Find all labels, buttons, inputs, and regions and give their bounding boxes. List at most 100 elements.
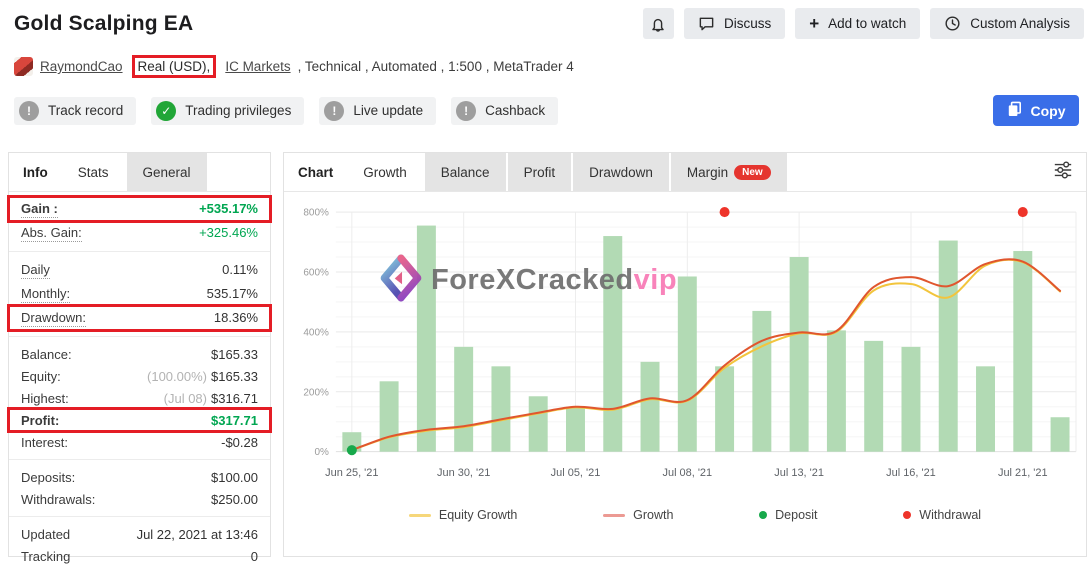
copy-icon: [1007, 101, 1022, 120]
stat-value: +535.17%: [199, 200, 258, 216]
legend-growth[interactable]: Growth: [603, 508, 673, 522]
growth-chart-svg[interactable]: 0% 200% 400% 600% 800% Jun 25, '21 Jun 30, '21…: [286, 198, 1084, 500]
stat-value: $317.71: [211, 412, 258, 428]
svg-text:400%: 400%: [303, 327, 329, 338]
account-type-highlighted: Real (USD),: [131, 55, 217, 78]
stat-row-interest: Interest: -$0.28: [9, 431, 270, 453]
tab-margin-label: Margin: [686, 164, 729, 180]
growth-line-swatch: [603, 513, 626, 517]
badge-label: Trading privileges: [185, 103, 292, 118]
tab-stats[interactable]: Stats: [61, 153, 125, 191]
divider: [9, 459, 270, 460]
header-actions: Discuss + Add to watch Custom Analysis: [642, 8, 1084, 39]
account-meta: RaymondCao Real (USD), IC Markets , Tech…: [14, 55, 1084, 78]
badge-cashback[interactable]: Cashback: [451, 96, 559, 125]
stat-value: 18.36%: [213, 309, 258, 325]
add-to-watch-button[interactable]: + Add to watch: [795, 8, 921, 39]
svg-text:Jul 08, '21: Jul 08, '21: [662, 467, 712, 479]
stat-row-monthly: Monthly: 535.17%: [9, 282, 270, 306]
legend-deposit[interactable]: Deposit: [759, 508, 818, 522]
discuss-button[interactable]: Discuss: [683, 8, 786, 39]
legend-equity-growth[interactable]: Equity Growth: [408, 508, 517, 522]
chart-legend: Equity Growth Growth Deposit Withdrawal: [286, 500, 1084, 522]
check-icon: [156, 100, 177, 121]
stat-label[interactable]: Daily: [21, 262, 50, 279]
stat-value: $250.00: [211, 491, 258, 507]
tab-general[interactable]: General: [126, 153, 207, 191]
custom-analysis-button[interactable]: Custom Analysis: [930, 8, 1084, 39]
tab-drawdown[interactable]: Drawdown: [573, 153, 669, 191]
stat-row-withdrawals: Withdrawals: $250.00: [9, 488, 270, 510]
stat-label: Tracking: [21, 548, 71, 564]
badge-label: Track record: [48, 103, 124, 118]
stat-label: Deposits:: [21, 469, 76, 485]
tab-margin[interactable]: Margin New: [670, 153, 787, 191]
legend-withdrawal[interactable]: Withdrawal: [903, 508, 981, 522]
svg-text:Jun 25, '21: Jun 25, '21: [325, 467, 378, 479]
discuss-label: Discuss: [723, 16, 772, 31]
svg-text:Jun 30, '21: Jun 30, '21: [437, 467, 490, 479]
chart-tabs: Chart Growth Balance Profit Drawdown Mar…: [284, 153, 1086, 192]
stat-label: Interest:: [21, 434, 68, 450]
stat-row-balance: Balance: $165.33: [9, 343, 270, 365]
stat-value: $165.33: [211, 346, 258, 362]
badge-live-update[interactable]: Live update: [319, 96, 437, 125]
stat-label: Highest:: [21, 390, 69, 406]
stat-label: Equity:: [21, 368, 61, 384]
author-link[interactable]: RaymondCao: [40, 59, 123, 74]
equity-growth-line-swatch: [408, 513, 431, 517]
stat-row-highest: Highest: (Jul 08) $316.71: [9, 387, 270, 409]
stat-row-equity: Equity: (100.00%) $165.33: [9, 365, 270, 387]
stat-label[interactable]: Drawdown:: [21, 310, 87, 327]
stat-row-drawdown: Drawdown: 18.36%: [7, 304, 272, 332]
stat-value: Jul 22, 2021 at 13:46: [136, 526, 258, 542]
tab-chart[interactable]: Chart: [284, 153, 347, 191]
stat-label[interactable]: Monthly:: [21, 286, 71, 303]
growth-chart: 0% 200% 400% 600% 800% Jun 25, '21 Jun 30, '21…: [284, 192, 1086, 522]
tab-profit[interactable]: Profit: [507, 153, 572, 191]
stat-value: 0: [250, 548, 258, 564]
broker-link[interactable]: IC Markets: [225, 59, 290, 74]
stat-value: 0.11%: [222, 261, 258, 277]
stat-value: (Jul 08) $316.71: [163, 390, 258, 406]
stat-value: 535.17%: [206, 285, 258, 301]
stat-label[interactable]: Gain :: [21, 201, 58, 218]
page-header: Gold Scalping EA Discuss + Add to watch: [0, 0, 1092, 126]
legend-label: Withdrawal: [919, 508, 982, 522]
notifications-button[interactable]: [642, 8, 674, 39]
add-to-watch-label: Add to watch: [828, 16, 907, 31]
exclamation-icon: [456, 100, 477, 121]
stat-row-abs-gain: Abs. Gain: +325.46%: [9, 221, 270, 245]
svg-text:Jul 16, '21: Jul 16, '21: [886, 467, 936, 479]
badge-label: Live update: [353, 103, 424, 118]
stat-value: +325.46%: [199, 224, 258, 240]
sliders-icon: [1052, 160, 1074, 185]
stat-row-daily: Daily 0.11%: [9, 258, 270, 282]
badge-trading-privileges[interactable]: Trading privileges: [151, 96, 305, 125]
page-title: Gold Scalping EA: [14, 12, 194, 35]
plus-icon: +: [809, 14, 820, 33]
svg-text:Jul 13, '21: Jul 13, '21: [774, 467, 824, 479]
svg-text:0%: 0%: [314, 447, 329, 458]
stat-row-profit: Profit: $317.71: [7, 407, 272, 433]
account-meta-rest: , Technical , Automated , 1:500 , MetaTr…: [297, 59, 574, 74]
stat-label: Profit:: [21, 412, 60, 428]
stat-value-note: (100.00%): [147, 368, 207, 384]
badge-track-record[interactable]: Track record: [14, 96, 137, 125]
chat-bubble-icon: [698, 15, 715, 32]
bell-icon: [649, 15, 667, 33]
chart-settings-button[interactable]: [1040, 153, 1086, 191]
chart-panel: Chart Growth Balance Profit Drawdown Mar…: [283, 152, 1087, 557]
svg-text:600%: 600%: [303, 267, 329, 278]
custom-analysis-label: Custom Analysis: [970, 16, 1070, 31]
stat-label: Withdrawals:: [21, 491, 96, 507]
copy-button[interactable]: Copy: [993, 95, 1079, 126]
stat-value-note: (Jul 08): [163, 390, 207, 406]
divider: [9, 336, 270, 337]
tab-balance[interactable]: Balance: [424, 153, 506, 191]
tab-growth[interactable]: Growth: [347, 153, 423, 191]
legend-label: Deposit: [775, 508, 818, 522]
stats-tabs: Info Stats General: [9, 153, 270, 192]
stat-label[interactable]: Abs. Gain:: [21, 225, 82, 242]
tab-info[interactable]: Info: [9, 153, 62, 191]
